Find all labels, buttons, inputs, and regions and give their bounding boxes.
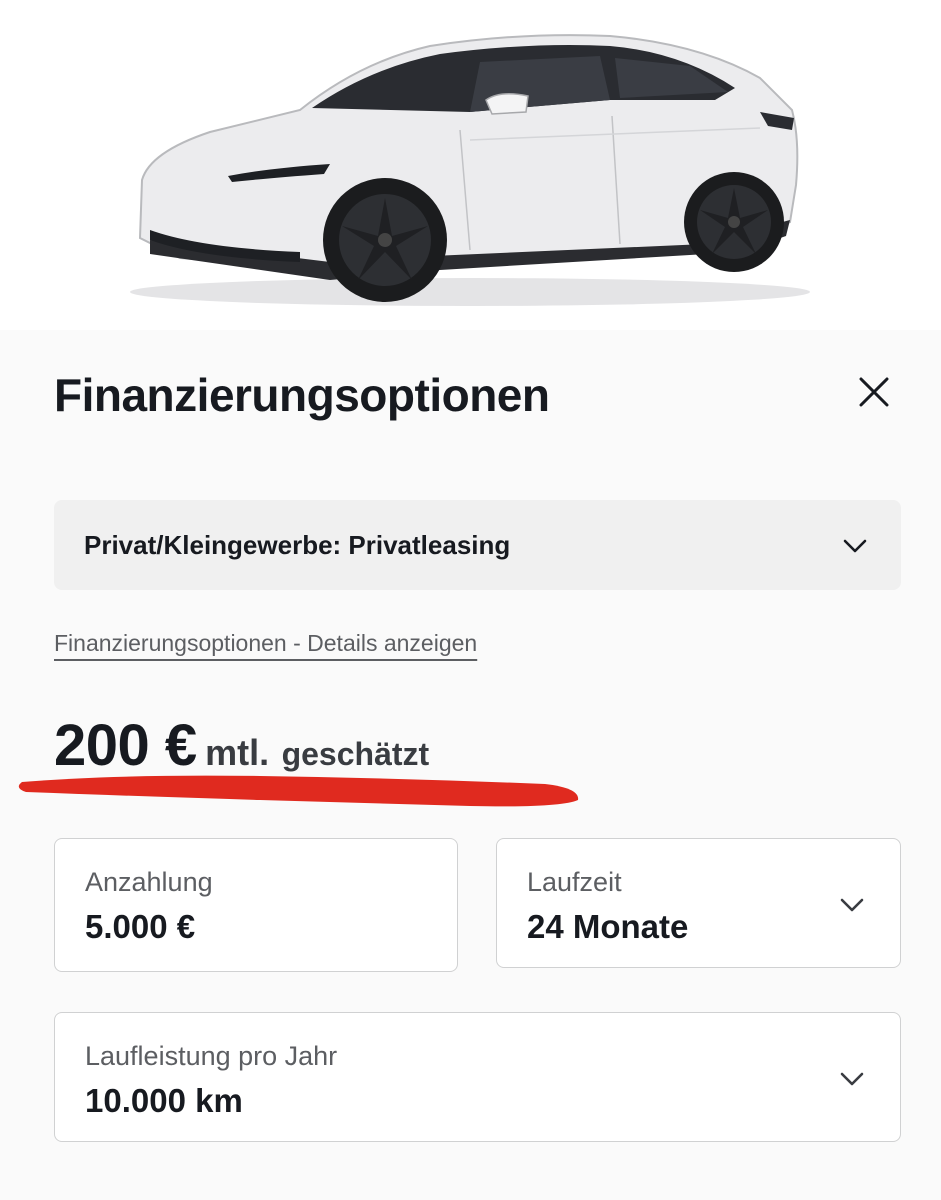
term-select[interactable]: Laufzeit 24 Monate (496, 838, 901, 968)
mileage-label: Laufleistung pro Jahr (85, 1041, 338, 1071)
chevron-down-icon (840, 1072, 864, 1086)
down-payment-field[interactable]: Anzahlung 5.000 € (54, 838, 458, 972)
financing-type-select[interactable]: Privat/Kleingewerbe: Privatleasing (54, 500, 901, 590)
red-highlight-underline (18, 775, 579, 807)
financing-details-link[interactable]: Finanzierungsoptionen - Details anzeigen (54, 630, 477, 657)
chevron-down-icon (840, 898, 864, 912)
car-illustration (130, 34, 810, 306)
mileage-select[interactable]: Laufleistung pro Jahr 10.000 km (54, 1012, 901, 1142)
car-image (0, 0, 941, 330)
close-button[interactable] (852, 370, 896, 414)
close-icon (859, 377, 889, 407)
mileage-value: 10.000 km (85, 1082, 243, 1119)
term-value: 24 Monate (527, 908, 689, 945)
chevron-down-icon (843, 539, 867, 553)
term-label: Laufzeit (527, 867, 622, 897)
financing-type-value: Privat/Kleingewerbe: Privatleasing (84, 529, 511, 560)
down-payment-value: 5.000 € (85, 908, 196, 945)
modal-title: Finanzierungsoptionen (54, 369, 550, 421)
down-payment-label: Anzahlung (85, 867, 213, 897)
